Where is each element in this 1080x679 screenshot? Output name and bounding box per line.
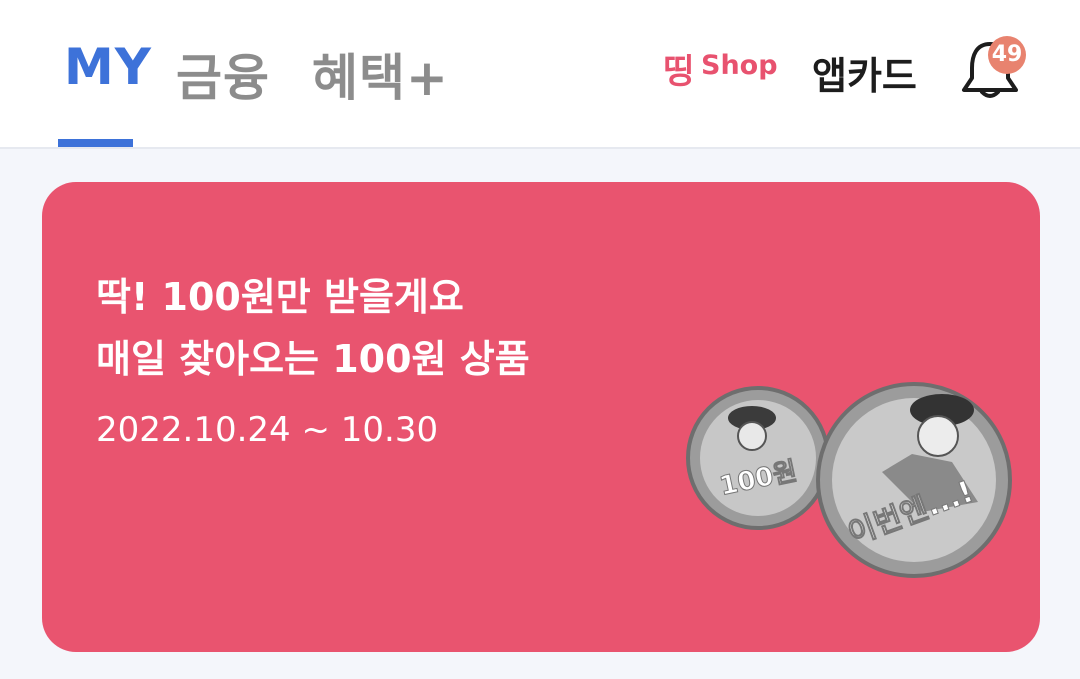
tab-benefits[interactable]: 혜택+: [312, 38, 449, 110]
banner-date: 2022.10.24 ~ 10.30: [96, 410, 439, 450]
top-navigation: MY 금융 혜택+ 띵 Shop 앱카드 49: [0, 0, 1080, 149]
small-coin-face-figure: [737, 421, 767, 451]
tab-finance[interactable]: 금융: [176, 38, 270, 110]
app-card-button[interactable]: 앱카드: [812, 45, 917, 100]
shop-label: Shop: [701, 50, 778, 81]
banner-title-line1: 딱! 100원만 받을게요: [96, 275, 464, 319]
tab-my[interactable]: MY: [64, 38, 152, 96]
notification-badge: 49: [988, 36, 1026, 74]
coin-illustration: 100원 이번엔...!: [686, 382, 1012, 578]
shop-logo-icon: 띵: [663, 52, 695, 92]
active-tab-indicator: [58, 139, 133, 147]
banner-title: 딱! 100원만 받을게요 매일 찾아오는 100원 상품: [96, 266, 530, 390]
large-coin-face-figure: [917, 415, 959, 457]
shop-button[interactable]: 띵 Shop: [663, 44, 778, 96]
banner-title-line2: 매일 찾아오는 100원 상품: [96, 337, 530, 381]
promo-banner[interactable]: 딱! 100원만 받을게요 매일 찾아오는 100원 상품 2022.10.24…: [42, 182, 1040, 652]
